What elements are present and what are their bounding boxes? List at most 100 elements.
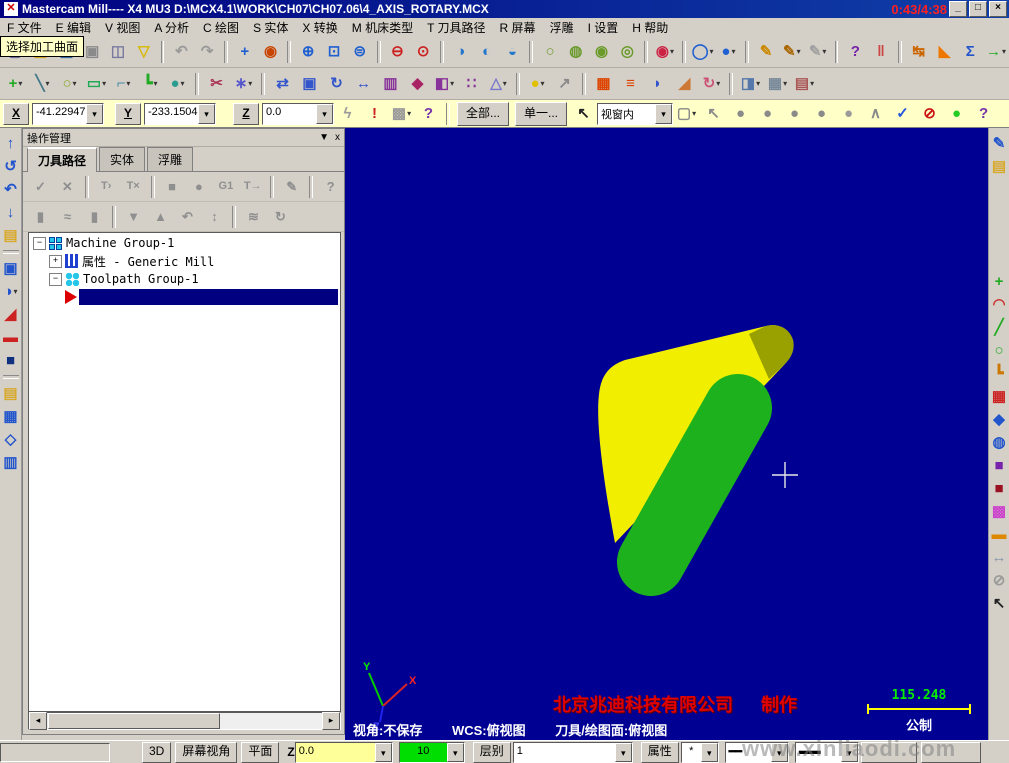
scroll-right-icon[interactable]: ▸ (322, 712, 340, 730)
level-dropdown-icon[interactable]: ▾ (615, 743, 632, 762)
material-icon[interactable]: ◉▾ (653, 39, 677, 65)
attr-arrow-icon[interactable]: ↔ (989, 546, 1009, 569)
select-window-icon[interactable]: ▢▾ (674, 101, 699, 127)
dynamic-rotate-icon[interactable]: ◉ (259, 39, 283, 65)
zoom-fit-icon[interactable]: ⊜ (348, 39, 372, 65)
xform-rotate-icon[interactable]: ↻ (324, 71, 349, 97)
select-solid-icon[interactable]: ● (836, 101, 861, 127)
xform-mirror-dropdown-icon[interactable]: ▾ (450, 79, 454, 88)
screen-view-button[interactable]: 屏幕视角 (175, 742, 237, 763)
isolate-dropdown-icon[interactable]: ▾ (756, 79, 760, 88)
material-dropdown-icon[interactable]: ▾ (670, 47, 674, 56)
zoom-out-icon[interactable]: ⊖ (386, 39, 410, 65)
menu-item-xform[interactable]: X 转换 (295, 18, 344, 37)
attr-grid-icon[interactable]: ▦ (989, 385, 1009, 408)
select-all-ops-icon[interactable]: ✓ (28, 174, 53, 200)
xform-project-icon[interactable]: △▾ (486, 71, 511, 97)
menu-item-create[interactable]: C 绘图 (196, 18, 246, 37)
line-width-combo[interactable]: ▬▬ ▾ (795, 742, 859, 763)
tree-horizontal-scrollbar[interactable]: ◂ ▸ (28, 712, 341, 730)
shade-half-icon[interactable]: ◗ (645, 71, 670, 97)
gview-globe-icon[interactable]: ◯▾ (691, 39, 715, 65)
tree-label[interactable]: Machine Group-1 (66, 236, 174, 250)
hidden-line-icon[interactable]: ◍ (564, 39, 588, 65)
surface-grid-icon[interactable]: ▦ (0, 405, 22, 428)
select-mode-1-icon[interactable]: ● (728, 101, 753, 127)
surface-trim-icon[interactable]: ◢ (0, 303, 22, 326)
collapse-icon[interactable]: − (33, 237, 46, 250)
menu-item-help[interactable]: H 帮助 (625, 18, 675, 37)
gview-sphere-dropdown-icon[interactable]: ▾ (731, 47, 735, 56)
color-combo[interactable]: 10 ▾ (399, 742, 465, 763)
selected-rename-field[interactable] (79, 289, 338, 305)
select-window-dropdown-icon[interactable]: ▾ (692, 109, 696, 118)
create-polyline-dropdown-icon[interactable]: ▾ (154, 79, 158, 88)
attr-edit-icon[interactable]: ✎ (989, 132, 1009, 155)
surface-blend-icon[interactable]: ◑▾ (0, 280, 22, 303)
lock-icon[interactable]: ▮ (28, 204, 53, 230)
operations-tree[interactable]: −Machine Group-1+属性 - Generic Mill−Toolp… (28, 232, 341, 712)
z-depth-dropdown-icon[interactable]: ▾ (375, 743, 392, 762)
xform-offset-icon[interactable]: ◆ (405, 71, 430, 97)
light-dropdown-icon[interactable]: ▾ (541, 79, 545, 88)
panel-close-icon[interactable]: x (335, 132, 340, 143)
zoom-in-icon[interactable]: ⊕ (296, 39, 320, 65)
move-down-icon[interactable]: ▼ (121, 204, 146, 230)
y-axis-button[interactable]: Y (115, 103, 141, 125)
post-g1-icon[interactable]: G1 (213, 174, 238, 200)
select-mode-3-icon[interactable]: ● (782, 101, 807, 127)
level-tower-icon[interactable]: ▤▾ (792, 71, 817, 97)
verify-icon[interactable]: ● (187, 174, 212, 200)
edit-multi-icon[interactable]: ✎▾ (780, 39, 804, 65)
scroll-insert-icon[interactable]: ↕ (202, 204, 227, 230)
xform-stretch-icon[interactable]: ↔ (351, 71, 376, 97)
statistics-icon[interactable]: Σ (958, 39, 982, 65)
regen-icon[interactable]: ◐ (475, 39, 499, 65)
z-coordinate-value[interactable]: 0.0 (263, 104, 316, 124)
surface-swing-icon[interactable]: ↶ (0, 178, 22, 201)
minimize-button[interactable]: _ (949, 1, 967, 17)
mode-3d-button[interactable]: 3D (142, 742, 171, 763)
analyze-entity-icon[interactable]: ? (843, 39, 867, 65)
attr-square-red-icon[interactable]: ■ (989, 477, 1009, 500)
select-validate-icon[interactable]: ✓ (890, 101, 915, 127)
xform-mirror-icon[interactable]: ◧▾ (432, 71, 457, 97)
regen-dirty-icon[interactable]: T× (121, 174, 146, 200)
fastpoint-warn-icon[interactable]: ! (362, 101, 387, 127)
zoom-target-icon[interactable]: ⊙ (411, 39, 435, 65)
xform-copy-icon[interactable]: ▣ (297, 71, 322, 97)
smart-point-dropdown-icon[interactable]: ▾ (248, 79, 252, 88)
attributes-button[interactable]: 属性 (641, 742, 679, 763)
pan-icon[interactable]: + (233, 39, 257, 65)
xform-scale-icon[interactable]: ▥ (378, 71, 403, 97)
create-rectangle-dropdown-icon[interactable]: ▾ (102, 79, 106, 88)
z-axis-button[interactable]: Z (233, 103, 259, 125)
ops-help-icon[interactable]: ? (318, 174, 343, 200)
surface-blend-dropdown-icon[interactable]: ▾ (14, 287, 18, 296)
menu-item-view[interactable]: V 视图 (98, 18, 147, 37)
create-fillet-icon[interactable]: ⌐▾ (111, 71, 136, 97)
menu-item-file[interactable]: F 文件 (0, 18, 49, 37)
repaint-icon[interactable]: ◑ (449, 39, 473, 65)
filter-icon[interactable]: ▽ (132, 39, 156, 65)
analyze-filter-icon[interactable]: ◣ (933, 39, 957, 65)
menu-item-solids[interactable]: S 实体 (246, 18, 295, 37)
select-cursor-icon[interactable]: ↖ (701, 101, 726, 127)
only-toolpath-icon[interactable]: ≋ (241, 204, 266, 230)
print-preview-icon[interactable]: ◫ (106, 39, 130, 65)
point-style-value[interactable]: * (682, 743, 701, 762)
zoom-window-icon[interactable]: ⊡ (322, 39, 346, 65)
tab-toolpaths[interactable]: 刀具路径 (27, 147, 97, 172)
fastpoint-apply-icon[interactable]: ϟ (335, 101, 360, 127)
maximize-button[interactable]: □ (969, 1, 987, 17)
light-icon[interactable]: ●▾ (525, 71, 550, 97)
create-polyline-icon[interactable]: ┗▾ (138, 71, 163, 97)
point-style-combo[interactable]: * ▾ (681, 742, 719, 763)
z-coordinate-combo[interactable]: 0.0 ▾ (262, 103, 334, 125)
level-value[interactable]: 1 (514, 743, 615, 762)
gview-sphere-icon[interactable]: ●▾ (717, 39, 741, 65)
tree-label[interactable]: Toolpath Group-1 (83, 272, 199, 286)
wireframe-icon[interactable]: ○ (538, 39, 562, 65)
close-button[interactable]: × (989, 1, 1007, 17)
analyze-dynamic-icon[interactable]: ↹ (907, 39, 931, 65)
